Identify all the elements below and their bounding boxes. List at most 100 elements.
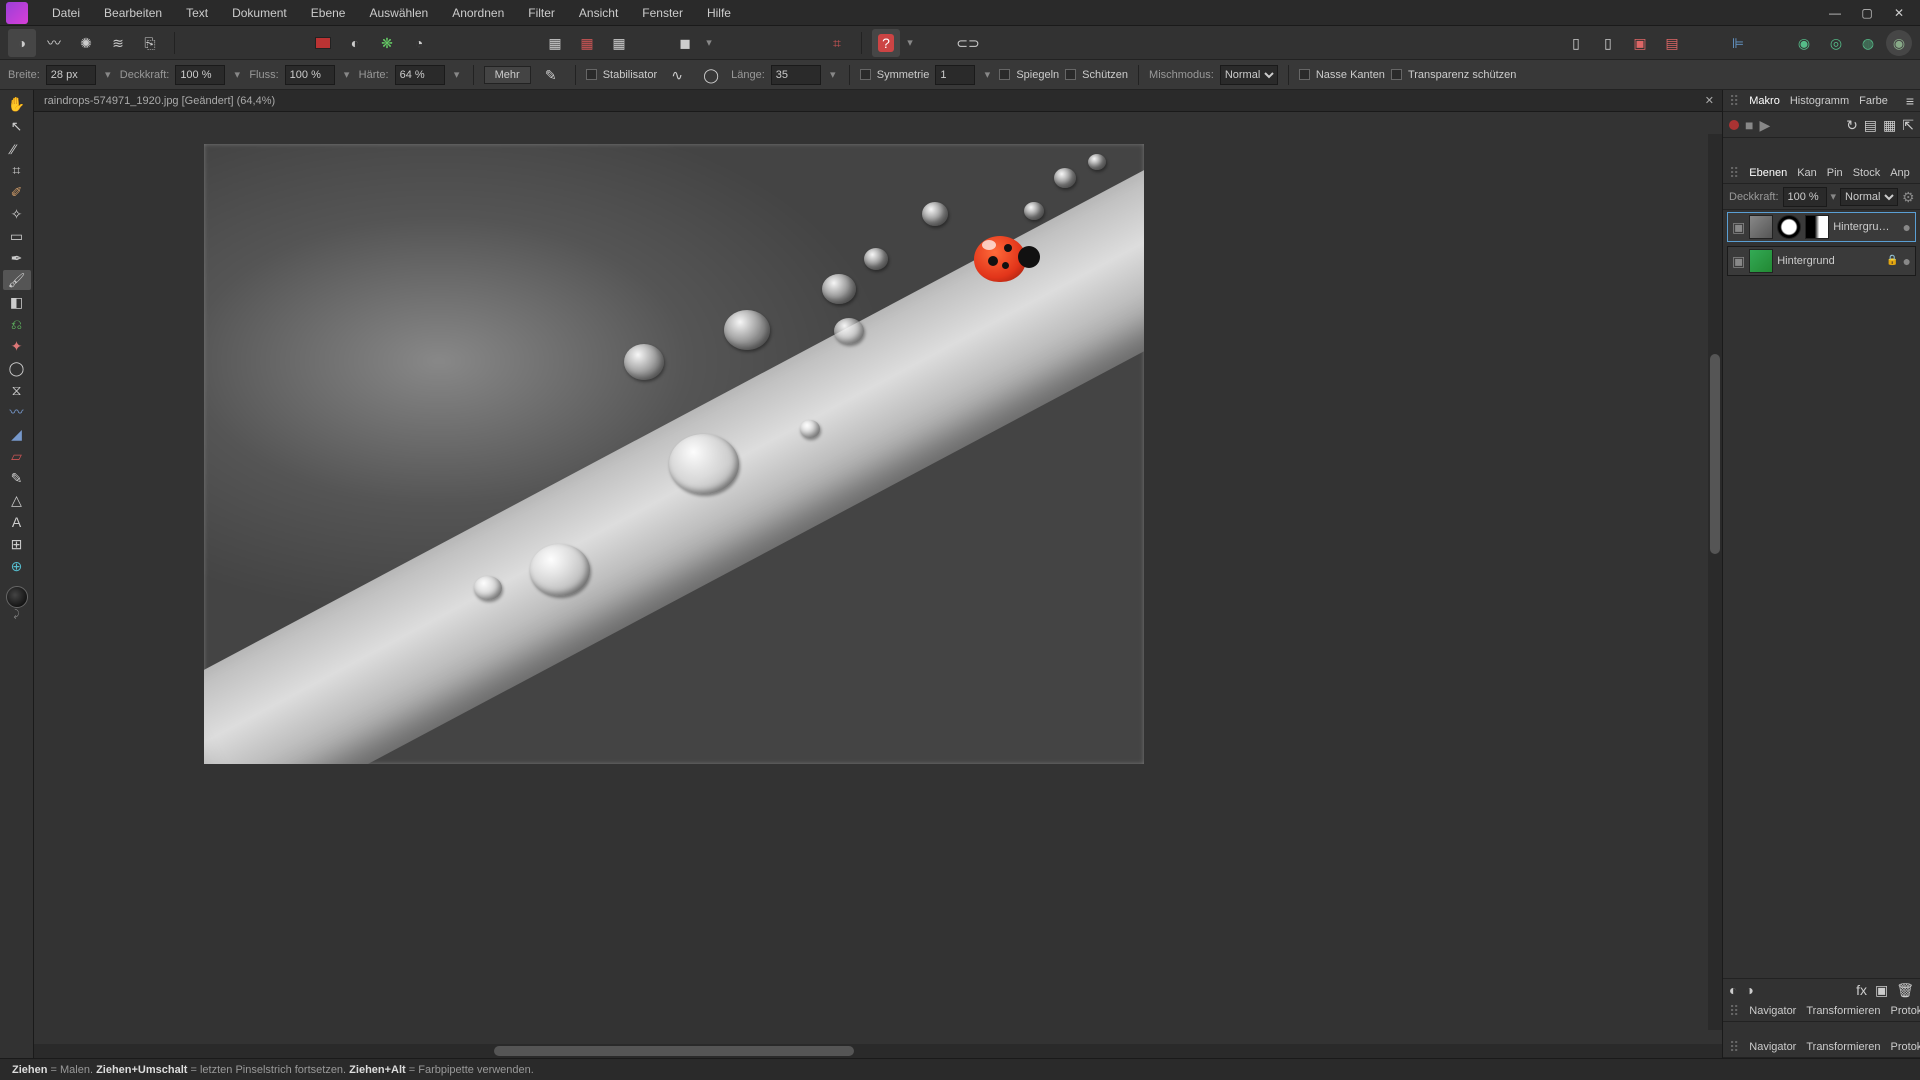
view-tool[interactable]: ✋ — [3, 94, 31, 114]
layer-name[interactable]: Hintergrund — [1777, 255, 1882, 267]
macro-record-button[interactable] — [1729, 120, 1739, 130]
layer-toggle-icon[interactable]: ● — [1903, 254, 1911, 268]
assistant-dropdown[interactable]: ▾ — [904, 36, 916, 49]
menu-anordnen[interactable]: Anordnen — [440, 6, 516, 20]
horizontal-scrollbar-thumb[interactable] — [494, 1046, 854, 1056]
menu-datei[interactable]: Datei — [40, 6, 92, 20]
crop-button[interactable]: ⌗ — [823, 29, 851, 57]
tab-protokoll[interactable]: Protokoll — [1891, 1005, 1920, 1017]
selection-new-button[interactable]: ▦ — [541, 29, 569, 57]
assistant-button[interactable]: ? — [872, 29, 900, 57]
opacity-dropdown[interactable]: ▾ — [231, 68, 243, 81]
text-tool[interactable]: A — [3, 512, 31, 532]
tab-farbe[interactable]: Farbe — [1859, 95, 1888, 107]
boolean-int-button[interactable]: ◍ — [1854, 29, 1882, 57]
auto-levels-button[interactable]: ◐ — [341, 29, 369, 57]
crop-tool[interactable]: ⌗ — [3, 160, 31, 180]
selection-subtract-button[interactable]: ▦ — [605, 29, 633, 57]
photo-persona-button[interactable]: ◑ — [8, 29, 36, 57]
hardness-input[interactable] — [395, 65, 445, 85]
tab-navigator[interactable]: Navigator — [1749, 1041, 1796, 1053]
macro-stop-button[interactable]: ■ — [1745, 118, 1753, 132]
tab-makro[interactable]: Makro — [1749, 95, 1780, 107]
symmetry-checkbox[interactable] — [860, 69, 871, 80]
layer-opacity-input[interactable] — [1783, 187, 1827, 207]
blendmode-select[interactable]: Normal — [1220, 65, 1278, 85]
color-swatch-button[interactable] — [309, 29, 337, 57]
flow-input[interactable] — [285, 65, 335, 85]
macro-refresh-icon[interactable]: ↻ — [1846, 118, 1858, 132]
color-picker-tool[interactable]: ⃫ — [3, 138, 31, 158]
panel-menu-icon[interactable]: ≡ — [1906, 94, 1914, 108]
auto-colors-button[interactable]: ❋ — [373, 29, 401, 57]
snapping-button[interactable]: ⊂⊃ — [954, 29, 982, 57]
selection-brush-tool[interactable]: ✐ — [3, 182, 31, 202]
tab-navigator[interactable]: Navigator — [1749, 1005, 1796, 1017]
flow-dropdown[interactable]: ▾ — [341, 68, 353, 81]
tab-protokoll[interactable]: Protokoll — [1891, 1041, 1920, 1053]
canvas[interactable] — [204, 144, 1144, 764]
macro-opt1-icon[interactable]: ▤ — [1864, 118, 1877, 132]
vertical-scrollbar[interactable] — [1708, 134, 1722, 1030]
menu-ebene[interactable]: Ebene — [299, 6, 358, 20]
swap-colors-icon[interactable]: ⤸ — [14, 610, 20, 620]
tab-histogramm[interactable]: Histogramm — [1790, 95, 1849, 107]
length-input[interactable] — [771, 65, 821, 85]
width-input[interactable] — [46, 65, 96, 85]
layer-cog-icon[interactable]: ⚙ — [1902, 190, 1915, 204]
symmetry-dropdown[interactable]: ▾ — [981, 68, 993, 81]
hardness-dropdown[interactable]: ▾ — [451, 68, 463, 81]
document-tab-close-button[interactable]: ✕ — [1705, 94, 1714, 107]
stabilizer-rope-button[interactable]: ∿ — [663, 61, 691, 89]
menu-ansicht[interactable]: Ansicht — [567, 6, 630, 20]
stabilizer-window-button[interactable]: ◯ — [697, 61, 725, 89]
protect-alpha-checkbox[interactable] — [1391, 69, 1402, 80]
layer-delete-button[interactable]: 🗑 — [1896, 983, 1914, 997]
window-minimize-button[interactable]: — — [1828, 6, 1842, 20]
symmetry-input[interactable] — [935, 65, 975, 85]
layer-visibility-checkbox[interactable]: ▣ — [1732, 254, 1745, 268]
macro-play-button[interactable]: ▶ — [1759, 118, 1770, 132]
paint-brush-tool[interactable]: 🖌 — [3, 270, 31, 290]
protect-checkbox[interactable] — [1065, 69, 1076, 80]
opacity-input[interactable] — [175, 65, 225, 85]
align-button-2[interactable]: ▯ — [1594, 29, 1622, 57]
burn-tool[interactable]: ⧖ — [3, 380, 31, 400]
macro-export-icon[interactable]: ⇱ — [1902, 118, 1914, 132]
selection-add-button[interactable]: ▦ — [573, 29, 601, 57]
layer-toggle-icon[interactable]: ● — [1903, 220, 1911, 234]
brush-panel-button[interactable]: ✎ — [537, 61, 565, 89]
menu-auswaehlen[interactable]: Auswählen — [357, 6, 440, 20]
erase-tool[interactable]: ◧ — [3, 292, 31, 312]
tab-anp[interactable]: Anp — [1890, 167, 1910, 179]
length-dropdown[interactable]: ▾ — [827, 68, 839, 81]
macro-opt2-icon[interactable]: ▦ — [1883, 118, 1896, 132]
stabilizer-checkbox[interactable] — [586, 69, 597, 80]
layer-visibility-checkbox[interactable]: ▣ — [1732, 220, 1745, 234]
inpainting-tool[interactable]: ✦ — [3, 336, 31, 356]
dodge-tool[interactable]: ◯ — [3, 358, 31, 378]
menu-bearbeiten[interactable]: Bearbeiten — [92, 6, 174, 20]
triangle-tool[interactable]: △ — [3, 490, 31, 510]
tab-kan[interactable]: Kan — [1797, 167, 1817, 179]
align-button-1[interactable]: ▯ — [1562, 29, 1590, 57]
layer-adjust-button[interactable]: ◑ — [1745, 983, 1753, 997]
layer-row-background[interactable]: ▣ Hintergrund 🔒 ● — [1727, 246, 1916, 276]
tone-mapping-persona-button[interactable]: ≋ — [104, 29, 132, 57]
layer-lock-icon[interactable]: 🔒 — [1886, 256, 1898, 266]
horizontal-scrollbar[interactable] — [34, 1044, 1722, 1058]
arrange-button[interactable]: ⊫ — [1724, 29, 1752, 57]
tab-ebenen[interactable]: Ebenen — [1749, 167, 1787, 179]
zoom-tool[interactable]: ⊕ — [3, 556, 31, 576]
panel-drag-icon[interactable]: ⠿ — [1729, 1040, 1739, 1054]
clone-tool[interactable]: ⎌ — [3, 314, 31, 334]
menu-hilfe[interactable]: Hilfe — [695, 6, 743, 20]
window-maximize-button[interactable]: ▢ — [1860, 6, 1874, 20]
boolean-sub-button[interactable]: ◎ — [1822, 29, 1850, 57]
color-swatch[interactable] — [6, 586, 28, 608]
tab-transformieren[interactable]: Transformieren — [1806, 1005, 1880, 1017]
liquify-persona-button[interactable]: 〰 — [40, 29, 68, 57]
move-tool[interactable]: ↖ — [3, 116, 31, 136]
width-dropdown[interactable]: ▾ — [102, 68, 114, 81]
layer-mask-button[interactable]: ◐ — [1729, 983, 1737, 997]
